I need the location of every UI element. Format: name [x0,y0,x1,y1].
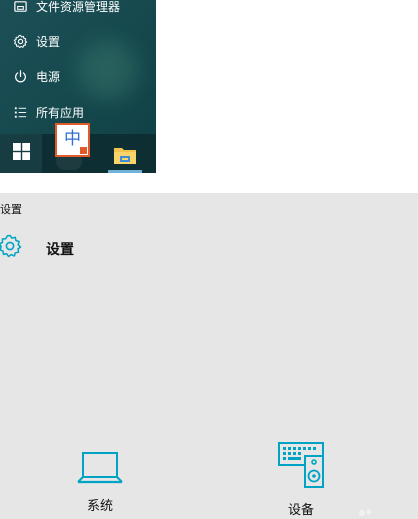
settings-tile-devices[interactable]: 设备 [241,441,361,519]
keyboard-speaker-icon [276,441,326,489]
settings-window: 设置 设置 系统 设备 [0,193,418,519]
watermark-mark [350,507,390,519]
start-menu-item-label: 设置 [36,34,61,49]
taskbar-file-explorer[interactable] [108,140,142,173]
ime-mode-indicator[interactable]: 中 [55,123,90,157]
folder-icon [113,144,137,170]
window-title: 设置 [0,203,22,216]
settings-tile-system[interactable]: 系统 [40,441,160,519]
start-menu-item-settings[interactable]: 设置 [0,23,156,59]
start-menu-item-label: 文件资源管理器 [36,0,121,14]
start-menu-item-file-explorer[interactable]: 文件资源管理器 [0,0,156,24]
gear-icon [12,33,28,49]
ime-corner-mark [80,147,87,154]
all-apps-icon [12,104,28,120]
windows-logo-icon [12,143,30,164]
start-button[interactable] [0,134,42,173]
ime-mode-label: 中 [64,128,81,149]
file-explorer-icon [12,0,28,14]
start-menu-item-label: 电源 [36,69,61,84]
tile-label: 系统 [86,499,113,514]
tile-label: 设备 [287,503,314,518]
start-menu-item-label: 所有应用 [36,105,85,120]
gear-icon [0,233,23,259]
laptop-icon [76,449,124,485]
start-menu-item-power[interactable]: 电源 [0,58,156,94]
power-icon [12,68,28,84]
page-title: 设置 [46,242,74,258]
taskbar-active-indicator [108,170,142,173]
